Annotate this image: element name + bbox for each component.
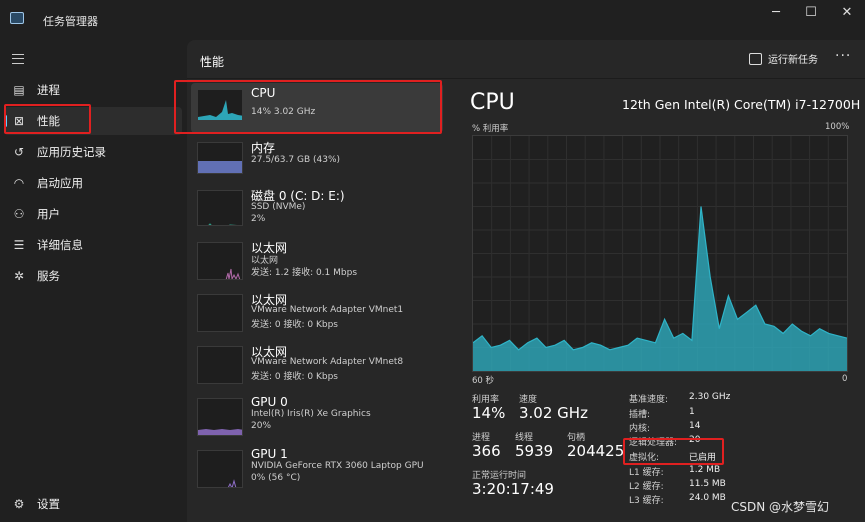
- device-item-ethernet[interactable]: 以太网 以太网 发送: 1.2 接收: 0.1 Mbps: [191, 236, 443, 286]
- uptime-value: 3:20:17:49: [472, 480, 554, 498]
- ethernet-thumbnail-graph: [197, 242, 243, 280]
- device-detail: NVIDIA GeForce RTX 3060 Laptop GPU: [251, 461, 424, 471]
- cpu-utilization-chart: [472, 136, 848, 371]
- spec-key: 插槽:: [629, 410, 651, 420]
- sidebar-item-app-history[interactable]: ↺ 应用历史记录: [4, 138, 182, 166]
- device-detail: VMware Network Adapter VMnet1: [251, 305, 404, 315]
- window-title: 任务管理器: [43, 15, 98, 28]
- spec-key: L2 缓存:: [629, 482, 664, 492]
- hamburger-menu-icon[interactable]: [12, 54, 24, 64]
- spec-value: 2.30 GHz: [689, 392, 731, 402]
- device-item-gpu1[interactable]: GPU 1 NVIDIA GeForce RTX 3060 Laptop GPU…: [191, 444, 443, 494]
- device-detail: VMware Network Adapter VMnet8: [251, 357, 404, 367]
- watermark: CSDN @水梦雪幻: [731, 500, 830, 514]
- device-detail: SSD (NVMe): [251, 202, 306, 212]
- app-history-icon: ↺: [13, 145, 25, 159]
- device-name: GPU 1: [251, 447, 288, 461]
- speed-value: 3.02 GHz: [519, 404, 588, 422]
- device-name: 内存: [251, 141, 276, 155]
- header-divider: [187, 78, 865, 79]
- processes-value: 366: [472, 442, 501, 460]
- sidebar-item-processes[interactable]: ▤ 进程: [4, 76, 182, 104]
- device-item-memory[interactable]: 内存 27.5/63.7 GB (43%): [191, 136, 443, 186]
- spec-value: 14: [689, 421, 701, 431]
- run-new-task-label: 运行新任务: [768, 55, 818, 66]
- sidebar-item-label: 详细信息: [37, 238, 83, 252]
- spec-key: L3 缓存:: [629, 496, 664, 506]
- task-manager-window: 任务管理器 ─ ☐ ✕ ▤ 进程 ⊠ 性能 ↺ 应用历史记录 ◠ 启动应用 ⚇ …: [0, 0, 865, 522]
- spec-value: 1.2 MB: [689, 465, 721, 475]
- processes-icon: ▤: [13, 83, 25, 97]
- x-axis-right-label: 0: [842, 374, 848, 384]
- run-new-task-button[interactable]: 运行新任务: [749, 51, 818, 66]
- sidebar-item-label: 设置: [37, 497, 60, 511]
- sidebar-item-details[interactable]: ☰ 详细信息: [4, 231, 182, 259]
- run-task-icon: [749, 52, 762, 65]
- x-axis-left-label: 60 秒: [472, 376, 495, 386]
- spec-key: L1 缓存:: [629, 468, 664, 478]
- sidebar-item-settings[interactable]: ⚙ 设置: [4, 490, 182, 518]
- memory-thumbnail-graph: [197, 142, 243, 174]
- device-detail: 27.5/63.7 GB (43%): [251, 155, 341, 165]
- services-icon: ✲: [13, 269, 25, 283]
- device-name: GPU 0: [251, 395, 288, 409]
- detail-title: CPU: [470, 90, 515, 115]
- close-button[interactable]: ✕: [829, 0, 865, 24]
- sidebar-item-label: 进程: [37, 83, 60, 97]
- device-detail: 发送: 0 接收: 0 Kbps: [251, 320, 338, 330]
- gpu0-thumbnail-graph: [197, 398, 243, 436]
- device-item-disk[interactable]: 磁盘 0 (C: D: E:) SSD (NVMe) 2%: [191, 184, 443, 234]
- handles-value: 204425: [567, 442, 625, 460]
- ethernet-thumbnail-graph: [197, 294, 243, 332]
- gear-icon: ⚙: [13, 497, 25, 511]
- minimize-button[interactable]: ─: [758, 0, 794, 24]
- sidebar-item-startup-apps[interactable]: ◠ 启动应用: [4, 169, 182, 197]
- highlight-box-cpu: [174, 80, 442, 134]
- gpu1-thumbnail-graph: [197, 450, 243, 488]
- ethernet-thumbnail-graph: [197, 346, 243, 384]
- sidebar-item-users[interactable]: ⚇ 用户: [4, 200, 182, 228]
- spec-value: 24.0 MB: [689, 493, 726, 503]
- highlight-box-virtualization: [623, 438, 724, 465]
- device-detail: 发送: 0 接收: 0 Kbps: [251, 372, 338, 382]
- spec-value: 11.5 MB: [689, 479, 726, 489]
- sidebar-item-services[interactable]: ✲ 服务: [4, 262, 182, 290]
- disk-thumbnail-graph: [197, 190, 243, 226]
- spec-key: 基准速度:: [629, 395, 669, 405]
- sidebar-item-label: 服务: [37, 269, 60, 283]
- sidebar-item-label: 应用历史记录: [37, 145, 106, 159]
- device-item-ethernet-vmnet8[interactable]: 以太网 VMware Network Adapter VMnet8 发送: 0 …: [191, 340, 443, 390]
- threads-value: 5939: [515, 442, 554, 460]
- device-item-ethernet-vmnet1[interactable]: 以太网 VMware Network Adapter VMnet1 发送: 0 …: [191, 288, 443, 338]
- highlight-box-performance: [4, 104, 91, 134]
- cpu-utilization-graph: [472, 135, 848, 372]
- task-manager-app-icon: [10, 12, 24, 24]
- startup-apps-icon: ◠: [13, 176, 25, 190]
- device-detail: 0% (56 °C): [251, 473, 301, 483]
- y-axis-max: 100%: [825, 122, 850, 132]
- details-icon: ☰: [13, 238, 25, 252]
- device-detail: 20%: [251, 421, 272, 431]
- device-detail: 2%: [251, 214, 266, 224]
- users-icon: ⚇: [13, 207, 25, 221]
- y-axis-label: % 利用率: [472, 124, 509, 134]
- page-title: 性能: [200, 55, 225, 69]
- device-detail: Intel(R) Iris(R) Xe Graphics: [251, 409, 371, 419]
- device-item-gpu0[interactable]: GPU 0 Intel(R) Iris(R) Xe Graphics 20%: [191, 392, 443, 442]
- more-options-button[interactable]: ···: [835, 48, 851, 64]
- title-bar: 任务管理器 ─ ☐ ✕: [0, 0, 865, 40]
- sidebar-item-label: 用户: [37, 207, 60, 221]
- spec-value: 1: [689, 407, 695, 417]
- spec-key: 内核:: [629, 424, 651, 434]
- device-detail: 发送: 1.2 接收: 0.1 Mbps: [251, 268, 358, 278]
- utilization-value: 14%: [472, 404, 506, 422]
- sidebar-item-label: 启动应用: [37, 176, 83, 190]
- maximize-button[interactable]: ☐: [793, 0, 829, 24]
- cpu-model: 12th Gen Intel(R) Core(TM) i7-12700H: [622, 97, 861, 112]
